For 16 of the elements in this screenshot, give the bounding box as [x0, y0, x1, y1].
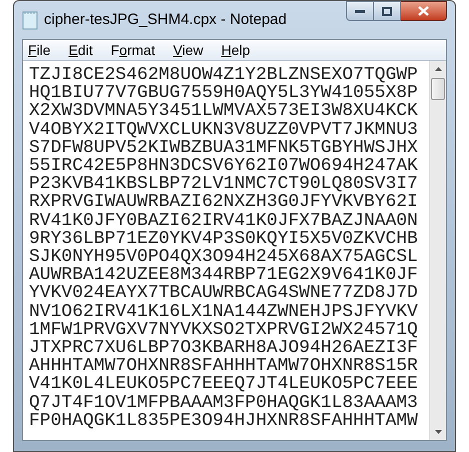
- scrollbar-thumb[interactable]: [431, 78, 445, 100]
- menu-item[interactable]: Help: [219, 40, 252, 60]
- window-title: cipher-tesJPG_SHM4.cpx - Notepad: [44, 10, 287, 30]
- notepad-icon: [22, 10, 38, 30]
- close-icon: [418, 6, 429, 16]
- close-button[interactable]: [401, 1, 447, 21]
- vertical-scrollbar[interactable]: [429, 61, 446, 440]
- menu-item[interactable]: Format: [108, 40, 158, 60]
- minimize-button[interactable]: [346, 1, 374, 21]
- menu-item[interactable]: File: [26, 40, 53, 60]
- maximize-icon: [382, 6, 392, 16]
- menu-item[interactable]: Edit: [66, 40, 95, 60]
- text-area[interactable]: TZJI8CE2S462M8UOW4Z1Y2BLZNSEXO7TQGWP HQ1BIU77V7GBUG7559H0AQY5L3YW41055X8P X2XW3DVMNA5Y3451LWMVAX573EI3W8XU4KCK V4OBYX2ITQWVXCLUKN3V8UZZ0VPVT7JKMNU3 S7DFW8UPV52KIWBZBUA31MFNK5TGBYHWSJHX 55IRC42E5P8HN3DCSV6Y62I07WO694H247AK P23KVB41KBSLBP72LV1NMC7CT90LQ80SV3I7 RXPRVGIWAUWRBAZI62NXZH3G0JFYVKVBY62I RV41K0JFY0BAZI62IRV41K0JFX7BAZJNAA0N 9RY36LBP71EZ0YKV4P3S0KQYI5X5V0ZKVCHB SJK0NYH95V0PO4QX3O94H245X68AX75AGCSL AUWRBA142UZEE8M344RBP71EG2X9V641K0JF YVKV024EAYX7TBCAUWRBCAG4SWNE77ZD8J7D NV1O62IRV41K16LX1NA144ZWNEHJPSJFYVKV 1MFW1PRVGXV7NYVKXSO2TXPRVGI2WX24571Q JTXPRC7XU6LBP7O3KBARH8AJO94H26AEZI3F AHHHTAMW7OHXNR8SFAHHHTAMW7OHXNR8S15R V41K0L4LEUKO5PC7EEEQ7JT4LEUKO5PC7EEE Q7JT4F1OV1MFPBAAAM3FP0HAQGK1L83AAAM3 FP0HAQGK1L835PE3O94HJHXNR8SFAHHHTAMW: [23, 61, 429, 440]
- menu-item[interactable]: View: [171, 40, 206, 60]
- minimize-icon: [355, 10, 365, 12]
- maximize-button[interactable]: [374, 1, 401, 21]
